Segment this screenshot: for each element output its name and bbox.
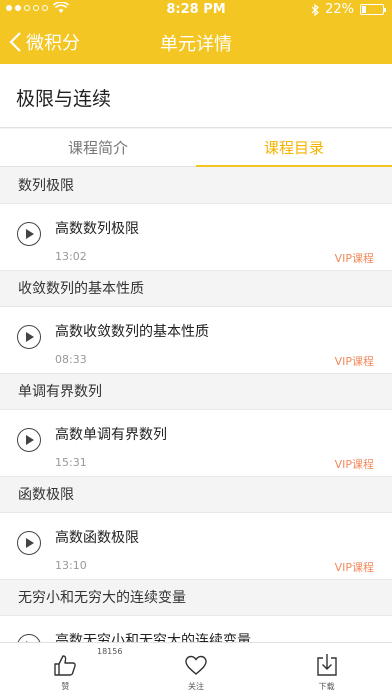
thumbs-up-icon xyxy=(54,655,77,676)
play-icon[interactable] xyxy=(17,634,41,642)
lesson-item[interactable]: 高数函数极限 13:10 VIP课程 xyxy=(0,513,392,580)
battery-percent: 22% xyxy=(325,2,354,17)
follow-label: 关注 xyxy=(188,682,204,691)
nav-bar: 微积分 单元详情 xyxy=(0,20,392,64)
lesson-duration: 13:02 xyxy=(55,250,87,263)
lesson-item[interactable]: 高数单调有界数列 15:31 VIP课程 xyxy=(0,410,392,477)
lesson-duration: 08:33 xyxy=(55,353,87,366)
lesson-title: 高数单调有界数列 xyxy=(55,427,167,443)
course-list[interactable]: 数列极限 高数数列极限 13:02 VIP课程 收敛数列的基本性质 高数收敛数列… xyxy=(0,168,392,642)
follow-button[interactable]: 关注 xyxy=(131,643,262,696)
like-label: 赞 xyxy=(61,682,70,691)
download-button[interactable]: 下载 xyxy=(261,643,392,696)
lesson-duration: 13:10 xyxy=(55,559,87,572)
vip-badge: VIP课程 xyxy=(334,252,374,265)
lesson-title: 高数无穷小和无穷大的连续变量 xyxy=(55,633,251,642)
status-bar: 8:28 PM 22% xyxy=(0,0,392,20)
lesson-title: 高数函数极限 xyxy=(55,530,139,546)
tab-bar: 课程简介 课程目录 xyxy=(0,129,392,167)
section-header: 收敛数列的基本性质 xyxy=(0,271,392,307)
download-label: 下载 xyxy=(318,682,335,691)
section-header: 无穷小和无穷大的连续变量 xyxy=(0,580,392,616)
bluetooth-icon xyxy=(311,3,320,16)
page-title: 单元详情 xyxy=(160,34,232,55)
unit-header: 极限与连续 xyxy=(0,64,392,128)
lesson-item[interactable]: 高数数列极限 13:02 VIP课程 xyxy=(0,204,392,271)
like-button[interactable]: 18156 赞 xyxy=(0,643,131,696)
like-count: 18156 xyxy=(97,647,123,656)
battery-icon xyxy=(360,4,386,15)
play-icon[interactable] xyxy=(17,428,41,452)
lesson-title: 高数收敛数列的基本性质 xyxy=(55,324,209,340)
play-icon[interactable] xyxy=(17,325,41,349)
section-header: 单调有界数列 xyxy=(0,374,392,410)
vip-badge: VIP课程 xyxy=(334,355,374,368)
lesson-item[interactable]: 高数无穷小和无穷大的连续变量 xyxy=(0,616,392,642)
unit-title: 极限与连续 xyxy=(16,88,112,110)
bottom-toolbar: 18156 赞 关注 下载 xyxy=(0,642,392,696)
download-icon xyxy=(316,654,337,676)
heart-icon xyxy=(185,655,207,675)
section-header: 数列极限 xyxy=(0,168,392,204)
lesson-title: 高数数列极限 xyxy=(55,221,139,237)
lesson-item[interactable]: 高数收敛数列的基本性质 08:33 VIP课程 xyxy=(0,307,392,374)
vip-badge: VIP课程 xyxy=(334,561,374,574)
top-bar: 8:28 PM 22% 微积分 单元详情 xyxy=(0,0,392,64)
tab-catalog[interactable]: 课程目录 xyxy=(196,129,392,167)
vip-badge: VIP课程 xyxy=(334,458,374,471)
lesson-duration: 15:31 xyxy=(55,456,87,469)
play-icon[interactable] xyxy=(17,222,41,246)
tab-intro[interactable]: 课程简介 xyxy=(0,129,196,166)
play-icon[interactable] xyxy=(17,531,41,555)
section-header: 函数极限 xyxy=(0,477,392,513)
